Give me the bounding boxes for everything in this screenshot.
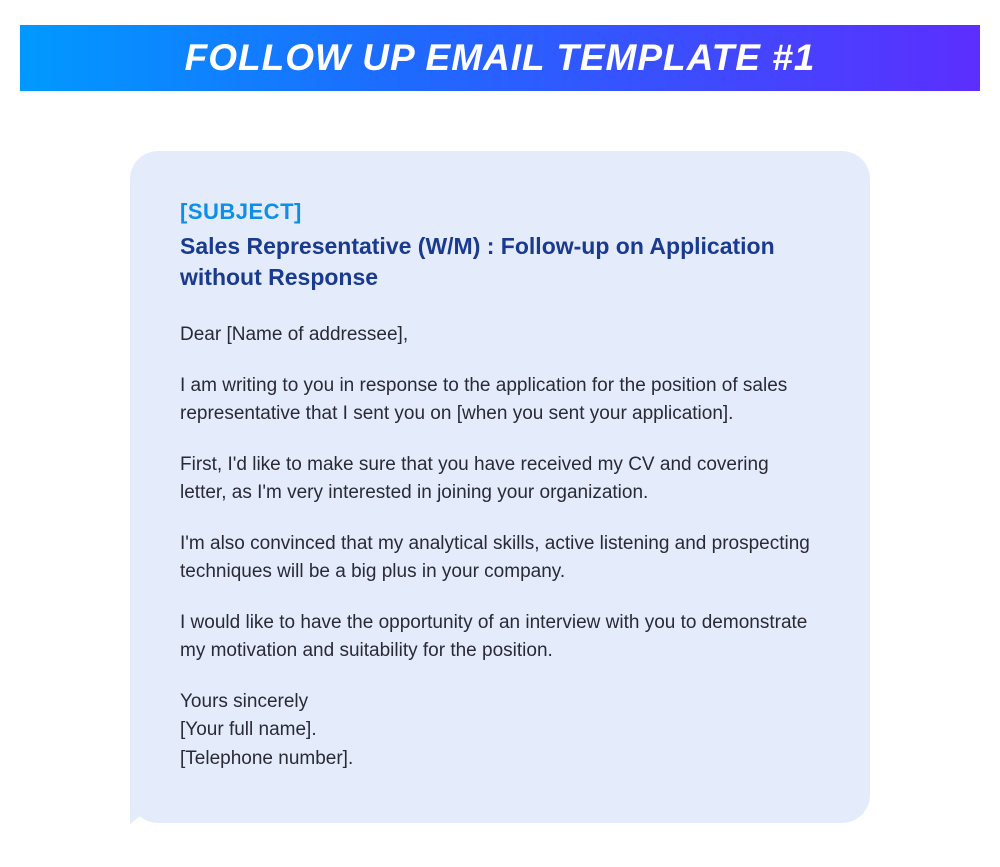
subject-label: [SUBJECT]	[180, 199, 820, 225]
email-card: [SUBJECT] Sales Representative (W/M) : F…	[130, 151, 870, 823]
subject-text: Sales Representative (W/M) : Follow-up o…	[180, 231, 820, 293]
paragraph-3: I'm also convinced that my analytical sk…	[180, 530, 820, 587]
paragraph-4: I would like to have the opportunity of …	[180, 609, 820, 666]
paragraph-1: I am writing to you in response to the a…	[180, 372, 820, 429]
header-title: FOLLOW UP EMAIL TEMPLATE #1	[185, 37, 816, 79]
sign-off: Yours sincerely [Your full name]. [Telep…	[180, 688, 820, 774]
email-body: Dear [Name of addressee], I am writing t…	[180, 321, 820, 773]
telephone: [Telephone number].	[180, 748, 353, 769]
email-card-container: [SUBJECT] Sales Representative (W/M) : F…	[130, 151, 870, 823]
full-name: [Your full name].	[180, 719, 317, 740]
header-banner: FOLLOW UP EMAIL TEMPLATE #1	[20, 25, 980, 91]
greeting: Dear [Name of addressee],	[180, 321, 820, 350]
paragraph-2: First, I'd like to make sure that you ha…	[180, 451, 820, 508]
signoff-text: Yours sincerely	[180, 691, 308, 712]
